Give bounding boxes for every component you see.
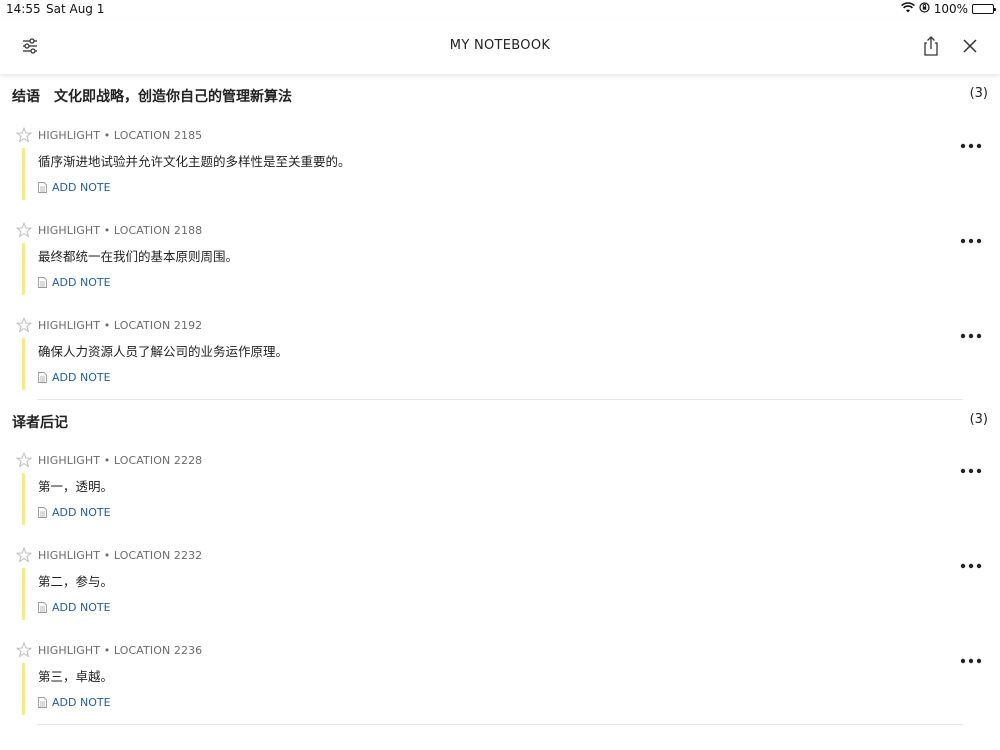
more-options-icon[interactable] [960, 554, 982, 569]
page-title: MY NOTEBOOK [449, 38, 551, 53]
highlight-item[interactable]: HIGHLIGHT • LOCATION 2185 循序渐进地试验并允许文化主题… [0, 114, 1000, 209]
highlight-item[interactable]: HIGHLIGHT • LOCATION 2228 第一，透明。 ADD NOT… [0, 439, 1000, 534]
highlight-text[interactable]: 确保人力资源人员了解公司的业务运作原理。 [38, 341, 288, 360]
highlight-location: HIGHLIGHT • LOCATION 2192 [38, 319, 203, 332]
star-icon[interactable] [15, 451, 33, 468]
highlight-location: HIGHLIGHT • LOCATION 2188 [38, 224, 203, 237]
add-note-label: ADD NOTE [52, 276, 111, 289]
add-note-button[interactable]: ADD NOTE [38, 181, 111, 194]
note-icon [38, 602, 47, 613]
star-icon[interactable] [15, 546, 33, 563]
star-icon[interactable] [15, 221, 33, 238]
notebook-content[interactable]: 结语 文化即战略，创造你自己的管理新算法 (3) HIGHLIGHT • LOC… [0, 74, 1000, 750]
section-title: 译者后记 [12, 415, 68, 431]
highlight-text[interactable]: 第三，卓越。 [38, 666, 113, 685]
highlight-text[interactable]: 最终都统一在我们的基本原则周围。 [38, 246, 238, 265]
battery-percent: 100% [933, 2, 968, 16]
section-header: 结语 文化即战略，创造你自己的管理新算法 (3) [0, 74, 1000, 114]
highlight-location: HIGHLIGHT • LOCATION 2185 [38, 129, 203, 142]
highlight-item[interactable]: HIGHLIGHT • LOCATION 2192 确保人力资源人员了解公司的业… [0, 304, 1000, 399]
highlight-text[interactable]: 第二，参与。 [38, 571, 113, 590]
add-note-button[interactable]: ADD NOTE [38, 276, 111, 289]
add-note-button[interactable]: ADD NOTE [38, 371, 111, 384]
section-title: 结语 文化即战略，创造你自己的管理新算法 [12, 89, 292, 105]
highlight-color-bar [22, 473, 25, 525]
battery-icon [972, 4, 996, 14]
highlight-color-bar [22, 663, 25, 715]
note-icon [38, 182, 47, 193]
status-date: Sat Aug 1 [46, 2, 105, 16]
notebook-header: MY NOTEBOOK [0, 18, 1000, 74]
more-options-icon[interactable] [960, 649, 982, 664]
highlight-color-bar [22, 568, 25, 620]
add-note-button[interactable]: ADD NOTE [38, 506, 111, 519]
orientation-lock-icon [919, 2, 930, 16]
highlight-text[interactable]: 第一，透明。 [38, 476, 113, 495]
add-note-label: ADD NOTE [52, 601, 111, 614]
star-icon[interactable] [15, 316, 33, 333]
note-icon [38, 697, 47, 708]
add-note-label: ADD NOTE [52, 506, 111, 519]
highlight-color-bar [22, 243, 25, 295]
more-options-icon[interactable] [960, 324, 982, 339]
star-icon[interactable] [15, 126, 33, 143]
status-bar: 14:55 Sat Aug 1 100% [0, 0, 1000, 18]
status-time: 14:55 [6, 2, 41, 16]
add-note-label: ADD NOTE [52, 371, 111, 384]
highlight-color-bar [22, 338, 25, 390]
highlight-item[interactable]: HIGHLIGHT • LOCATION 2236 第三，卓越。 ADD NOT… [0, 629, 1000, 724]
section-count: (3) [969, 86, 988, 101]
more-options-icon[interactable] [960, 134, 982, 149]
more-options-icon[interactable] [960, 229, 982, 244]
highlight-color-bar [22, 148, 25, 200]
section-header: 译者后记 (3) [0, 400, 1000, 439]
note-icon [38, 277, 47, 288]
close-icon[interactable] [959, 35, 981, 57]
section-count: (3) [969, 412, 988, 427]
status-right: 100% [900, 2, 996, 16]
wifi-icon [900, 2, 915, 16]
highlight-text[interactable]: 循序渐进地试验并允许文化主题的多样性是至关重要的。 [38, 151, 351, 170]
add-note-label: ADD NOTE [52, 696, 111, 709]
share-icon[interactable] [920, 35, 942, 57]
add-note-button[interactable]: ADD NOTE [38, 696, 111, 709]
highlight-item[interactable]: HIGHLIGHT • LOCATION 2232 第二，参与。 ADD NOT… [0, 534, 1000, 629]
more-options-icon[interactable] [960, 459, 982, 474]
highlight-location: HIGHLIGHT • LOCATION 2236 [38, 644, 203, 657]
highlight-location: HIGHLIGHT • LOCATION 2232 [38, 549, 203, 562]
highlight-item[interactable]: HIGHLIGHT • LOCATION 2188 最终都统一在我们的基本原则周… [0, 209, 1000, 304]
note-icon [38, 507, 47, 518]
star-icon[interactable] [15, 641, 33, 658]
add-note-button[interactable]: ADD NOTE [38, 601, 111, 614]
add-note-label: ADD NOTE [52, 181, 111, 194]
section-divider [37, 724, 963, 725]
highlight-location: HIGHLIGHT • LOCATION 2228 [38, 454, 203, 467]
note-icon [38, 372, 47, 383]
